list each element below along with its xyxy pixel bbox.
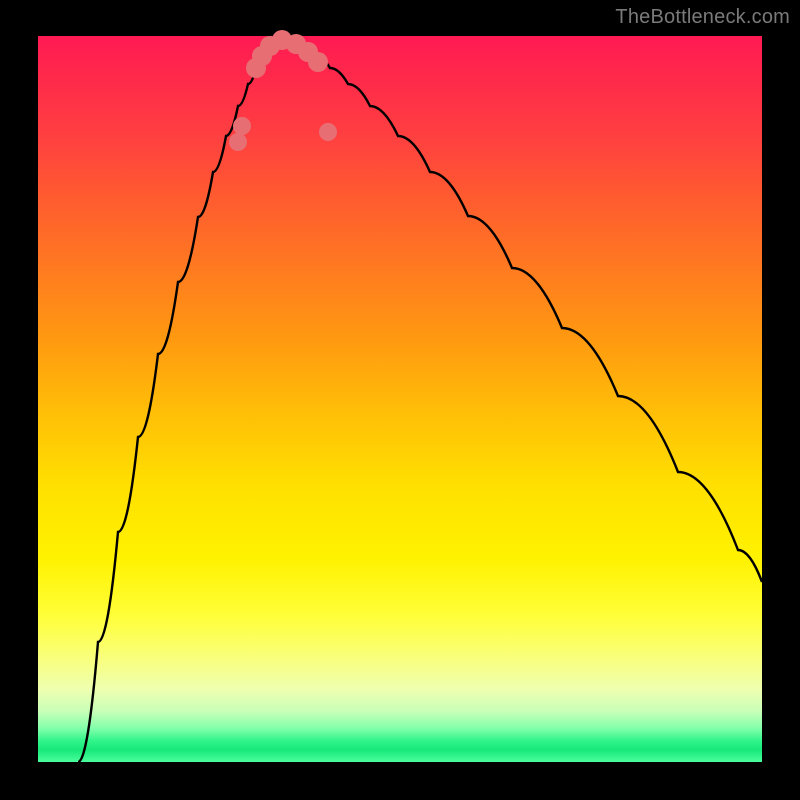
trough-marker: [308, 52, 328, 72]
watermark-text: TheBottleneck.com: [615, 6, 790, 29]
trough-marker: [233, 117, 251, 135]
trough-marker: [319, 123, 337, 141]
plot-area: [38, 36, 762, 762]
trough-marker: [229, 133, 247, 151]
curves-svg: [38, 36, 762, 762]
left-curve: [78, 38, 278, 762]
chart-frame: TheBottleneck.com: [0, 0, 800, 800]
right-curve: [278, 38, 762, 582]
